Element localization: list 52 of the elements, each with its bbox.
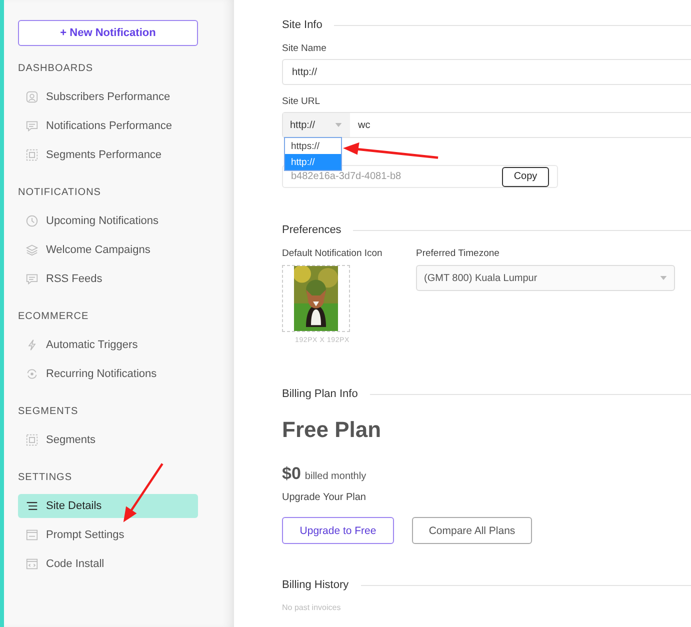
section-heading: SETTINGS bbox=[18, 472, 74, 485]
section-heading: Preferences bbox=[282, 224, 342, 236]
sidebar-item[interactable]: Automatic Triggers bbox=[18, 333, 198, 357]
message-icon bbox=[26, 273, 38, 285]
code-icon bbox=[26, 558, 38, 570]
copy-button[interactable]: Copy bbox=[502, 166, 549, 186]
field-label: Site URL bbox=[282, 96, 322, 108]
caret-icon bbox=[660, 276, 667, 280]
section-heading: SEGMENTS bbox=[18, 406, 80, 419]
upgrade-label: Upgrade Your Plan bbox=[282, 492, 367, 503]
dropdown-option[interactable]: https:// bbox=[285, 138, 341, 154]
section-heading: DASHBOARDS bbox=[18, 63, 94, 76]
plan-name: Free Plan bbox=[282, 417, 382, 444]
section-heading: ECOMMERCE bbox=[18, 311, 90, 324]
section-heading: NOTIFICATIONS bbox=[18, 187, 102, 200]
sidebar-item[interactable]: Segments bbox=[18, 428, 198, 452]
billing-period: billed monthly bbox=[304, 471, 366, 482]
sidebar-item[interactable]: Recurring Notifications bbox=[18, 362, 198, 386]
new-notification-button[interactable]: + New Notification bbox=[18, 20, 198, 46]
field-label: Default Notification Icon bbox=[282, 248, 384, 260]
clock-icon bbox=[26, 215, 38, 227]
field-label: Site Name bbox=[282, 43, 328, 55]
user-icon bbox=[26, 91, 38, 103]
key-value: b482e16a-3d7d-4081-b8 bbox=[291, 171, 402, 182]
lightning-icon bbox=[26, 339, 38, 351]
sidebar-item[interactable]: RSS Feeds bbox=[18, 267, 198, 291]
menu-icon bbox=[26, 500, 38, 512]
section-heading: Site Info bbox=[282, 19, 322, 31]
site-name-field[interactable]: http:// bbox=[282, 59, 691, 85]
icon-upload-area[interactable] bbox=[282, 265, 350, 332]
window-icon bbox=[26, 529, 38, 541]
cycle-icon bbox=[26, 368, 38, 380]
field-label: Preferred Timezone bbox=[416, 248, 500, 260]
timezone-dropdown[interactable]: (GMT 800) Kuala Lumpur bbox=[416, 265, 675, 291]
compare-plans-button[interactable]: Compare All Plans bbox=[412, 517, 532, 544]
sidebar-item[interactable]: Segments Performance bbox=[18, 143, 198, 167]
sidebar-item[interactable]: Subscribers Performance bbox=[18, 85, 198, 109]
section-heading: Billing Plan Info bbox=[282, 388, 358, 400]
segment-icon bbox=[26, 434, 38, 446]
sidebar-item[interactable]: Site Details bbox=[18, 494, 198, 518]
sidebar-item[interactable]: Welcome Campaigns bbox=[18, 238, 198, 262]
sidebar-item[interactable]: Code Install bbox=[18, 552, 198, 576]
segment-icon bbox=[26, 149, 38, 161]
message-icon bbox=[26, 120, 38, 132]
empty-message: No past invoices bbox=[282, 603, 342, 612]
sidebar-item[interactable]: Upcoming Notifications bbox=[18, 209, 198, 233]
layers-icon bbox=[26, 244, 38, 256]
price: $0 bbox=[282, 464, 301, 484]
upgrade-button[interactable]: Upgrade to Free bbox=[282, 517, 394, 544]
sidebar-item[interactable]: Prompt Settings bbox=[18, 523, 198, 547]
section-heading: Billing History bbox=[282, 579, 349, 591]
sidebar-item[interactable]: Notifications Performance bbox=[18, 114, 198, 138]
